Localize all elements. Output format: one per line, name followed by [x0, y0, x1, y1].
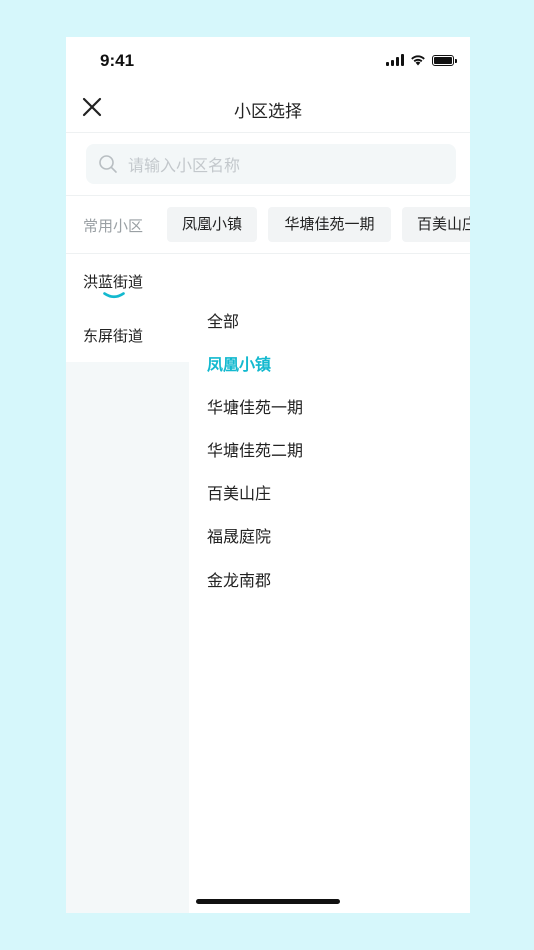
active-indicator-icon	[103, 292, 125, 299]
district-label: 东屏街道	[83, 327, 144, 345]
common-communities: 常用小区 凤凰小镇 华塘佳苑一期 百美山庄	[66, 196, 470, 254]
battery-icon	[432, 54, 457, 66]
community-item[interactable]: 全部	[207, 308, 239, 332]
district-label: 洪蓝街道	[83, 273, 144, 291]
status-icons	[386, 54, 457, 66]
community-list: 全部 凤凰小镇 华塘佳苑一期 华塘佳苑二期 百美山庄 福晟庭院 金龙南郡	[189, 254, 470, 913]
search-icon	[99, 155, 117, 173]
page-title: 小区选择	[234, 102, 302, 122]
status-bar: 9:41	[66, 37, 470, 87]
home-indicator[interactable]	[196, 899, 340, 904]
status-time: 9:41	[100, 51, 135, 70]
common-label: 常用小区	[83, 217, 144, 235]
district-item[interactable]: 洪蓝街道	[66, 254, 189, 308]
community-item-selected[interactable]: 凤凰小镇	[207, 351, 271, 375]
community-item[interactable]: 福晟庭院	[207, 523, 271, 547]
phone-screen: 9:41 小区选择 请输入小区名称 常用小区 凤凰小镇 华塘佳苑一期 百美山 洪…	[66, 37, 470, 913]
wifi-icon	[411, 55, 425, 66]
community-item[interactable]: 百美山庄	[207, 480, 271, 504]
community-item[interactable]: 华塘佳苑二期	[207, 437, 303, 461]
common-chip[interactable]: 凤凰小镇	[167, 207, 257, 242]
community-item[interactable]: 华塘佳苑一期	[207, 394, 303, 418]
nav-bar: 小区选择	[66, 87, 470, 133]
search-input[interactable]	[126, 144, 450, 186]
search-box[interactable]	[86, 144, 456, 186]
search-section	[66, 133, 470, 196]
district-item[interactable]: 东屏街道	[66, 308, 189, 362]
common-chip[interactable]: 百美山庄	[402, 207, 470, 242]
common-chip[interactable]: 华塘佳苑一期	[268, 207, 391, 242]
district-sidebar: 洪蓝街道 东屏街道	[66, 254, 189, 913]
cellular-signal-icon	[386, 54, 404, 66]
community-item[interactable]: 金龙南郡	[207, 567, 271, 591]
